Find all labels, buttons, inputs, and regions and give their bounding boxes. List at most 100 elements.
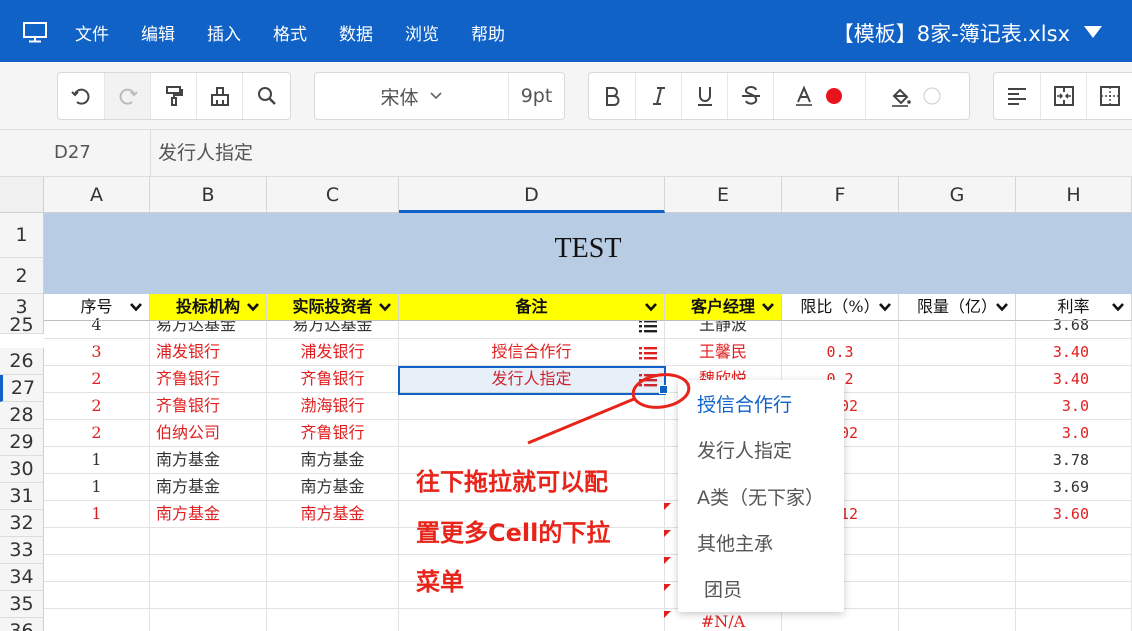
- table-cell-a[interactable]: 2: [44, 366, 150, 393]
- row-header-1[interactable]: 1: [0, 213, 44, 258]
- header-cell-g[interactable]: 限量（亿）: [899, 294, 1016, 321]
- header-cell-e[interactable]: 客户经理: [665, 294, 782, 321]
- menu-view[interactable]: 浏览: [405, 20, 439, 45]
- column-header-a[interactable]: A: [44, 177, 150, 213]
- table-cell-a[interactable]: [44, 582, 150, 609]
- document-title[interactable]: 【模板】8家-簿记表.xlsx: [833, 18, 1070, 48]
- merge-cells-button[interactable]: [1040, 73, 1086, 119]
- row-header-34[interactable]: 34: [0, 564, 44, 591]
- table-cell-a[interactable]: 1: [44, 474, 150, 501]
- table-cell-d[interactable]: [399, 420, 665, 447]
- table-cell-h[interactable]: [1016, 582, 1132, 609]
- table-cell-b[interactable]: [150, 582, 267, 609]
- table-cell-h[interactable]: 3.0: [1016, 393, 1132, 420]
- menu-help[interactable]: 帮助: [471, 20, 505, 45]
- table-cell-h[interactable]: 3.40: [1016, 339, 1132, 366]
- filter-chevron-icon[interactable]: [246, 301, 260, 313]
- header-cell-c[interactable]: 实际投资者: [267, 294, 399, 321]
- table-cell-c[interactable]: [267, 555, 399, 582]
- caret-down-icon[interactable]: [1084, 26, 1102, 38]
- table-cell-b[interactable]: 南方基金: [150, 474, 267, 501]
- header-cell-d[interactable]: 备注: [399, 294, 665, 321]
- table-cell-d[interactable]: 授信合作行: [399, 339, 665, 366]
- bold-button[interactable]: [589, 73, 635, 119]
- font-family-select[interactable]: 宋体: [315, 73, 508, 119]
- table-cell-a[interactable]: 1: [44, 501, 150, 528]
- font-color-button[interactable]: [773, 73, 865, 119]
- table-cell-a[interactable]: [44, 555, 150, 582]
- table-cell-g[interactable]: [899, 474, 1016, 501]
- table-cell-c[interactable]: [267, 609, 399, 631]
- font-size-select[interactable]: 9pt: [508, 73, 564, 119]
- menu-edit[interactable]: 编辑: [141, 20, 175, 45]
- row-header-25[interactable]: 25: [0, 314, 44, 336]
- table-cell-d[interactable]: [399, 609, 665, 631]
- column-header-c[interactable]: C: [267, 177, 399, 213]
- search-button[interactable]: [242, 73, 290, 119]
- table-cell-f[interactable]: 0.3: [782, 339, 899, 366]
- row-header-32[interactable]: 32: [0, 510, 44, 537]
- fill-handle[interactable]: [659, 385, 668, 394]
- table-cell-b[interactable]: 南方基金: [150, 501, 267, 528]
- menu-insert[interactable]: 插入: [207, 20, 241, 45]
- table-cell-h[interactable]: 3.40: [1016, 366, 1132, 393]
- menu-data[interactable]: 数据: [339, 20, 373, 45]
- row-header-31[interactable]: 31: [0, 483, 44, 510]
- table-cell-a[interactable]: 1: [44, 447, 150, 474]
- table-cell-c[interactable]: 齐鲁银行: [267, 420, 399, 447]
- table-cell-g[interactable]: [899, 393, 1016, 420]
- table-cell-c[interactable]: 南方基金: [267, 501, 399, 528]
- row-header-33[interactable]: 33: [0, 537, 44, 564]
- filter-chevron-icon[interactable]: [761, 301, 775, 313]
- table-cell-b[interactable]: [150, 609, 267, 631]
- menu-file[interactable]: 文件: [75, 20, 109, 45]
- redo-button[interactable]: [104, 73, 150, 119]
- table-cell-b[interactable]: [150, 528, 267, 555]
- row-header-30[interactable]: 30: [0, 456, 44, 483]
- table-cell-c[interactable]: 渤海银行: [267, 393, 399, 420]
- table-cell-c[interactable]: 浦发银行: [267, 339, 399, 366]
- borders-button[interactable]: [1086, 73, 1132, 119]
- table-cell-a[interactable]: 3: [44, 339, 150, 366]
- table-cell-g[interactable]: [899, 447, 1016, 474]
- align-left-button[interactable]: [994, 73, 1040, 119]
- column-header-h[interactable]: H: [1016, 177, 1132, 213]
- dropdown-option[interactable]: 其他主承: [678, 521, 844, 567]
- title-band[interactable]: TEST: [44, 213, 1132, 294]
- filter-chevron-icon[interactable]: [995, 301, 1009, 313]
- table-cell-h[interactable]: 3.69: [1016, 474, 1132, 501]
- table-cell-c[interactable]: 齐鲁银行: [267, 366, 399, 393]
- table-cell-h[interactable]: [1016, 528, 1132, 555]
- table-cell-g[interactable]: [899, 582, 1016, 609]
- clear-format-button[interactable]: [196, 73, 242, 119]
- list-icon[interactable]: [639, 319, 657, 333]
- table-cell-h[interactable]: 3.0: [1016, 420, 1132, 447]
- table-cell-a[interactable]: 2: [44, 393, 150, 420]
- row-header-26[interactable]: 26: [0, 348, 44, 375]
- table-cell-g[interactable]: [899, 339, 1016, 366]
- row-header-29[interactable]: 29: [0, 429, 44, 456]
- select-all-corner[interactable]: [0, 177, 44, 213]
- formula-input[interactable]: 发行人指定: [158, 130, 253, 176]
- undo-button[interactable]: [58, 73, 104, 119]
- table-cell-g[interactable]: [899, 366, 1016, 393]
- table-cell-c[interactable]: 南方基金: [267, 474, 399, 501]
- monitor-icon[interactable]: [22, 20, 48, 44]
- header-cell-h[interactable]: 利率: [1016, 294, 1132, 321]
- filter-chevron-icon[interactable]: [1111, 301, 1125, 313]
- filter-chevron-icon[interactable]: [644, 301, 658, 313]
- menu-format[interactable]: 格式: [273, 20, 307, 45]
- row-header-27[interactable]: 27: [0, 375, 44, 402]
- row-header-35[interactable]: 35: [0, 591, 44, 618]
- italic-button[interactable]: [635, 73, 681, 119]
- fill-color-button[interactable]: [865, 73, 969, 119]
- table-cell-a[interactable]: [44, 609, 150, 631]
- table-cell-b[interactable]: [150, 555, 267, 582]
- table-cell-h[interactable]: [1016, 555, 1132, 582]
- list-icon[interactable]: [639, 346, 657, 360]
- column-header-g[interactable]: G: [899, 177, 1016, 213]
- dropdown-option[interactable]: 授信合作行: [678, 382, 844, 428]
- row-header-36[interactable]: 36: [0, 618, 44, 631]
- column-header-b[interactable]: B: [150, 177, 267, 213]
- format-painter-button[interactable]: [150, 73, 196, 119]
